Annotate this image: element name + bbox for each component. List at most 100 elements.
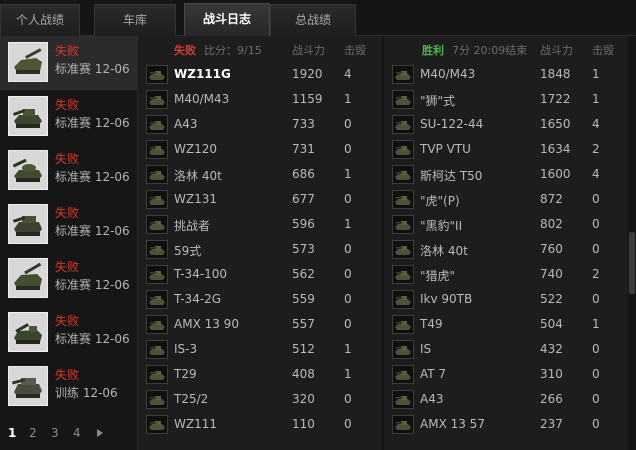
tank-icon bbox=[392, 240, 414, 259]
tank-destroyer-icon bbox=[8, 258, 48, 298]
winning-team-header: 胜利 7分 20:09结束 战斗力 击毁 bbox=[384, 36, 628, 60]
power-value: 1159 bbox=[292, 92, 323, 106]
power-value: 760 bbox=[540, 242, 563, 256]
player-row[interactable]: A43 733 0 bbox=[138, 112, 382, 137]
player-row[interactable]: T-34-100 562 0 bbox=[138, 262, 382, 287]
player-row[interactable]: SU-122-44 1650 4 bbox=[384, 112, 628, 137]
player-row[interactable]: 挑战者 596 1 bbox=[138, 212, 382, 237]
tab-personal-record[interactable]: 个人战绩 bbox=[0, 4, 80, 36]
tank-icon bbox=[146, 190, 168, 209]
player-row[interactable]: AMX 13 57 237 0 bbox=[384, 412, 628, 437]
scrollbar[interactable] bbox=[628, 36, 636, 450]
battle-mode-date: 标准赛 12-06 bbox=[55, 224, 130, 238]
tank-icon bbox=[392, 315, 414, 334]
kills-value: 0 bbox=[344, 292, 352, 306]
scrollbar-thumb[interactable] bbox=[629, 232, 635, 294]
battle-item[interactable]: 失败 标准赛 12-06 bbox=[0, 198, 138, 252]
battle-mode-date: 训练 12-06 bbox=[55, 386, 118, 400]
player-row[interactable]: Ikv 90TB 522 0 bbox=[384, 287, 628, 312]
tank-destroyer-icon bbox=[8, 42, 48, 82]
battle-item[interactable]: 失败 标准赛 12-06 bbox=[0, 252, 138, 306]
kills-value: 1 bbox=[344, 92, 352, 106]
player-row[interactable]: 洛林 40t 760 0 bbox=[384, 237, 628, 262]
power-value: 562 bbox=[292, 267, 315, 281]
page-1[interactable]: 1 bbox=[8, 426, 16, 440]
tank-icon bbox=[392, 415, 414, 434]
player-row[interactable]: IS-3 512 1 bbox=[138, 337, 382, 362]
tank-icon bbox=[146, 290, 168, 309]
battle-item[interactable]: 失败 标准赛 12-06 bbox=[0, 90, 138, 144]
player-row[interactable]: WZ131 677 0 bbox=[138, 187, 382, 212]
tank-name: 59式 bbox=[174, 244, 202, 258]
power-value: 686 bbox=[292, 167, 315, 181]
page-4[interactable]: 4 bbox=[73, 426, 81, 440]
tank-name: 洛林 40t bbox=[420, 244, 468, 258]
player-row[interactable]: "狮"式 1722 1 bbox=[384, 87, 628, 112]
triangle-right-icon[interactable] bbox=[96, 427, 104, 441]
player-row[interactable]: AT 7 310 0 bbox=[384, 362, 628, 387]
battle-mode-date: 标准赛 12-06 bbox=[55, 116, 130, 130]
player-row[interactable]: T49 504 1 bbox=[384, 312, 628, 337]
power-value: 432 bbox=[540, 342, 563, 356]
tab-overall-record[interactable]: 总战绩 bbox=[270, 4, 356, 36]
player-row[interactable]: T-34-2G 559 0 bbox=[138, 287, 382, 312]
tank-icon bbox=[392, 390, 414, 409]
battle-item[interactable]: 失败 标准赛 12-06 bbox=[0, 36, 138, 90]
tank-name: WZ120 bbox=[174, 142, 217, 156]
tank-icon bbox=[392, 165, 414, 184]
power-value: 731 bbox=[292, 142, 315, 156]
heavy-tank-icon bbox=[8, 96, 48, 136]
player-row[interactable]: "猎虎" 740 2 bbox=[384, 262, 628, 287]
player-row[interactable]: A43 266 0 bbox=[384, 387, 628, 412]
tank-icon bbox=[392, 215, 414, 234]
tank-icon bbox=[146, 365, 168, 384]
power-value: 110 bbox=[292, 417, 315, 431]
tank-icon bbox=[392, 290, 414, 309]
player-row[interactable]: T29 408 1 bbox=[138, 362, 382, 387]
team-result: 失败 bbox=[174, 44, 196, 57]
winning-team-panel: 胜利 7分 20:09结束 战斗力 击毁 M40/M43 1848 1 "狮"式 172… bbox=[384, 36, 628, 450]
battle-item[interactable]: 失败 标准赛 12-06 bbox=[0, 306, 138, 360]
kills-value: 0 bbox=[592, 417, 600, 431]
tank-name: AMX 13 57 bbox=[420, 417, 485, 431]
player-row[interactable]: TVP VTU 1634 2 bbox=[384, 137, 628, 162]
tank-icon bbox=[146, 240, 168, 259]
player-row[interactable]: M40/M43 1159 1 bbox=[138, 87, 382, 112]
power-column-header: 战斗力 bbox=[292, 44, 325, 57]
player-row[interactable]: WZ111 110 0 bbox=[138, 412, 382, 437]
player-row[interactable]: 59式 573 0 bbox=[138, 237, 382, 262]
kills-value: 4 bbox=[592, 117, 600, 131]
tank-icon bbox=[392, 65, 414, 84]
player-row[interactable]: "黑豹"II 802 0 bbox=[384, 212, 628, 237]
player-row[interactable]: WZ120 731 0 bbox=[138, 137, 382, 162]
kills-value: 1 bbox=[344, 367, 352, 381]
page-2[interactable]: 2 bbox=[29, 426, 37, 440]
tank-icon bbox=[392, 340, 414, 359]
power-value: 596 bbox=[292, 217, 315, 231]
player-row[interactable]: 洛林 40t 686 1 bbox=[138, 162, 382, 187]
page-3[interactable]: 3 bbox=[51, 426, 59, 440]
power-value: 310 bbox=[540, 367, 563, 381]
kills-value: 1 bbox=[344, 342, 352, 356]
tank-icon bbox=[146, 340, 168, 359]
player-row[interactable]: "虎"(P) 872 0 bbox=[384, 187, 628, 212]
tab-battle-log[interactable]: 战斗日志 bbox=[184, 3, 270, 37]
tank-name: "狮"式 bbox=[420, 94, 456, 108]
player-row[interactable]: WZ111G 1920 4 bbox=[138, 62, 382, 87]
battle-item[interactable]: 失败 标准赛 12-06 bbox=[0, 144, 138, 198]
battle-result: 失败 bbox=[55, 314, 80, 328]
battle-item[interactable]: 失败 训练 12-06 bbox=[0, 360, 138, 414]
team-result: 胜利 bbox=[422, 44, 444, 57]
tab-garage[interactable]: 车库 bbox=[94, 4, 176, 36]
tank-name: T-34-2G bbox=[174, 292, 222, 306]
player-row[interactable]: T25/2 320 0 bbox=[138, 387, 382, 412]
player-row[interactable]: AMX 13 90 557 0 bbox=[138, 312, 382, 337]
tank-icon bbox=[146, 390, 168, 409]
player-row[interactable]: M40/M43 1848 1 bbox=[384, 62, 628, 87]
power-value: 522 bbox=[540, 292, 563, 306]
kills-value: 1 bbox=[592, 92, 600, 106]
battle-mode-date: 标准赛 12-06 bbox=[55, 332, 130, 346]
player-row[interactable]: IS 432 0 bbox=[384, 337, 628, 362]
player-row[interactable]: 斯柯达 T50 1600 4 bbox=[384, 162, 628, 187]
kills-value: 0 bbox=[344, 117, 352, 131]
